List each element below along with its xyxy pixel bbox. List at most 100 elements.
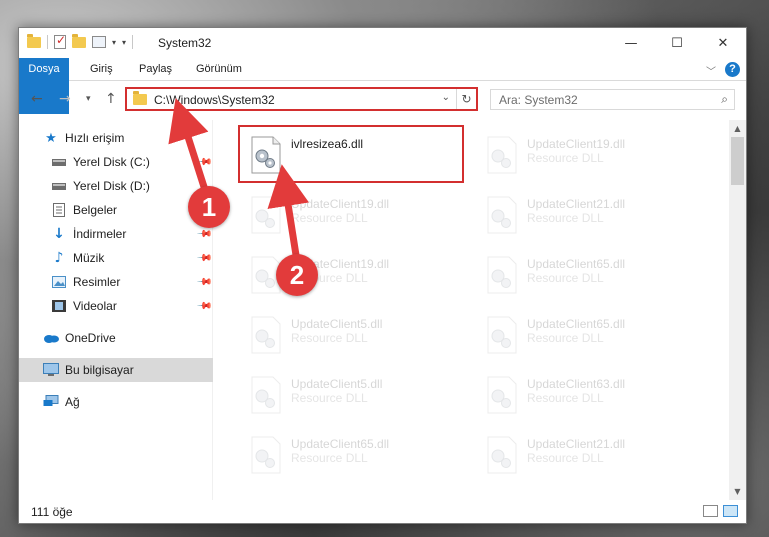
sidebar-item-label: Resimler [73,275,121,289]
sidebar-item-onedrive[interactable]: OneDrive [19,326,213,350]
tab-home[interactable]: Giriş [90,58,113,81]
video-icon [51,298,67,314]
up-arrow-icon[interactable]: ↑ [105,91,117,107]
sidebar-item-label: OneDrive [65,331,116,345]
sidebar-item-videos[interactable]: Videolar 📌 [19,294,213,318]
file-type: Resource DLL [291,391,368,405]
sidebar-item-label: Yerel Disk (C:) [73,155,150,169]
search-input[interactable] [491,90,706,109]
sidebar-item-network[interactable]: Ağ [19,390,213,414]
customize-qat-icon[interactable]: ▾ [122,38,126,47]
pin-icon[interactable]: 📌 [196,250,213,267]
address-bar[interactable]: C:\Windows\System32 ⌄ ↻ [125,87,478,111]
sidebar-item-local-disk-d[interactable]: Yerel Disk (D:) [19,174,213,198]
pin-icon[interactable]: 📌 [196,274,213,291]
step-1-badge: 1 [188,186,230,228]
gear-file-icon [251,376,281,414]
sidebar-item-music[interactable]: ♪ Müzik 📌 [19,246,213,270]
address-path[interactable]: C:\Windows\System32 [154,93,275,107]
refresh-icon[interactable]: ↻ [456,89,476,109]
sidebar-item-label: Belgeler [73,203,118,217]
file-item[interactable]: UpdateClient19.dll Resource DLL [477,128,697,184]
recent-locations-icon[interactable]: ▾ [86,94,91,104]
maximize-button[interactable]: ☐ [654,28,700,58]
sidebar-item-pictures[interactable]: Resimler 📌 [19,270,213,294]
chevron-down-icon[interactable]: ⌄ [442,92,450,103]
file-item[interactable]: UpdateClient19.dll Resource DLL [241,248,461,304]
pin-icon[interactable]: 📌 [196,298,213,315]
drive-icon [51,154,67,170]
window-controls: — ☐ ✕ [608,28,746,58]
sidebar-item-quick-access[interactable]: ★ Hızlı erişim [19,126,213,150]
large-icons-view-icon[interactable] [723,505,738,517]
file-type: Resource DLL [527,451,604,465]
tab-share[interactable]: Paylaş [139,58,172,81]
gear-file-icon [487,376,517,414]
file-type: Resource DLL [527,271,604,285]
minimize-button[interactable]: — [608,28,654,58]
search-icon[interactable]: ⌕ [721,92,728,107]
scroll-up-icon[interactable]: ▲ [729,120,746,137]
file-item[interactable]: UpdateClient65.dll Resource DLL [241,428,461,484]
file-type: Resource DLL [291,211,368,225]
sidebar-item-this-pc[interactable]: Bu bilgisayar [19,358,213,382]
file-name: UpdateClient65.dll [527,257,626,271]
new-folder-icon[interactable] [72,33,86,48]
file-item[interactable]: UpdateClient65.dll Resource DLL [477,248,697,304]
expand-ribbon-icon[interactable]: ﹀ [706,63,716,78]
file-name: UpdateClient65.dll [291,437,390,451]
file-name: UpdateClient21.dll [527,197,626,211]
document-icon [51,202,67,218]
customize-icon[interactable] [92,36,106,48]
chevron-down-icon[interactable]: ▾ [112,38,116,47]
file-type: Resource DLL [291,331,368,345]
search-box[interactable]: ⌕ [490,89,735,110]
pin-icon[interactable]: 📌 [196,154,213,171]
folder-icon [133,91,147,105]
step-2-badge: 2 [276,254,318,296]
scroll-thumb[interactable] [731,137,744,185]
help-icon[interactable]: ? [725,62,740,77]
forward-arrow-icon[interactable]: → [59,91,71,107]
file-item[interactable]: UpdateClient19.dll Resource DLL [241,188,461,244]
properties-check-icon[interactable] [54,33,66,49]
sidebar-item-label: Videolar [73,299,117,313]
vertical-scrollbar[interactable]: ▲ ▼ [729,120,746,500]
back-arrow-icon[interactable]: ← [31,91,43,107]
computer-icon [43,362,59,378]
file-item[interactable]: UpdateClient5.dll Resource DLL [241,368,461,424]
sidebar-item-label: Bu bilgisayar [65,363,134,377]
file-type: Resource DLL [527,391,604,405]
file-type: Resource DLL [527,331,604,345]
file-name: UpdateClient19.dll [527,137,626,151]
scroll-down-icon[interactable]: ▼ [729,483,746,500]
sidebar-item-downloads[interactable]: ↓ İndirmeler 📌 [19,222,213,246]
gear-file-icon [487,196,517,234]
window-title: System32 [158,36,212,50]
network-icon [43,394,59,410]
sidebar-item-label: Hızlı erişim [65,131,125,145]
file-item[interactable]: UpdateClient5.dll Resource DLL [241,308,461,364]
explorer-window: ▾ ▾ System32 — ☐ ✕ Dosya Giriş Paylaş Gö… [18,27,747,524]
file-item[interactable]: UpdateClient63.dll Resource DLL [477,368,697,424]
sidebar-item-documents[interactable]: Belgeler [19,198,213,222]
file-type: Resource DLL [527,151,604,165]
close-button[interactable]: ✕ [700,28,746,58]
file-name: UpdateClient19.dll [291,197,390,211]
file-name: UpdateClient21.dll [527,437,626,451]
drive-icon [51,178,67,194]
file-type: Resource DLL [527,211,604,225]
item-count: 111 öğe [31,505,73,519]
ribbon-tabs: Dosya Giriş Paylaş Görünüm ﹀ ? [19,58,746,114]
title-bar: ▾ ▾ System32 — ☐ ✕ [19,28,746,58]
sidebar-item-local-disk-c[interactable]: Yerel Disk (C:) 📌 [19,150,213,174]
details-view-icon[interactable] [703,505,718,517]
file-name: UpdateClient65.dll [527,317,626,331]
file-item[interactable]: UpdateClient21.dll Resource DLL [477,428,697,484]
file-item[interactable]: UpdateClient65.dll Resource DLL [477,308,697,364]
file-item[interactable]: UpdateClient21.dll Resource DLL [477,188,697,244]
toolbar-divider [132,35,134,49]
pin-icon[interactable]: 📌 [196,226,213,243]
star-icon: ★ [45,130,57,146]
tab-view[interactable]: Görünüm [196,58,242,81]
